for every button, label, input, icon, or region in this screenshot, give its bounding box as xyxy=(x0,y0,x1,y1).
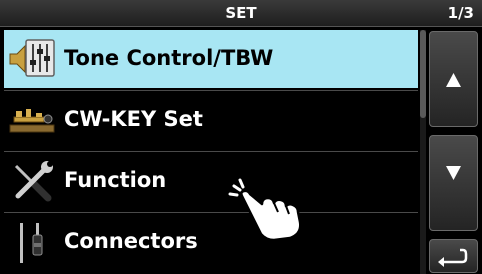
scrollbar-thumb[interactable] xyxy=(420,30,426,118)
menu-item-label: Tone Control/TBW xyxy=(64,46,274,70)
back-button[interactable] xyxy=(429,239,478,273)
return-arrow-icon xyxy=(438,248,468,267)
connector-plug-icon xyxy=(8,221,56,263)
list-scrollbar[interactable] xyxy=(420,30,426,274)
menu-item-label: CW-KEY Set xyxy=(64,107,203,131)
tone-control-icon xyxy=(8,38,56,80)
page-indicator: 1/3 xyxy=(447,4,474,22)
set-menu-screen: SET 1/3 Tone Control/TBW CW-KEY Set Func… xyxy=(0,0,482,274)
title-bar: SET 1/3 xyxy=(0,0,482,27)
menu-list: Tone Control/TBW CW-KEY Set Function Con… xyxy=(4,30,418,274)
triangle-down-icon xyxy=(446,166,461,180)
menu-item-function[interactable]: Function xyxy=(4,152,418,213)
scroll-up-button[interactable] xyxy=(429,31,478,127)
menu-item-tone-control[interactable]: Tone Control/TBW xyxy=(4,30,418,91)
screen-title: SET xyxy=(225,4,257,22)
menu-item-label: Function xyxy=(64,168,167,192)
tools-icon xyxy=(8,160,56,202)
menu-item-label: Connectors xyxy=(64,229,198,253)
scroll-down-button[interactable] xyxy=(429,135,478,231)
menu-item-cw-key-set[interactable]: CW-KEY Set xyxy=(4,91,418,152)
cw-key-icon xyxy=(8,99,56,141)
menu-item-connectors[interactable]: Connectors xyxy=(4,213,418,271)
touch-hand-pointer-icon xyxy=(228,178,314,242)
triangle-up-icon xyxy=(446,73,461,87)
